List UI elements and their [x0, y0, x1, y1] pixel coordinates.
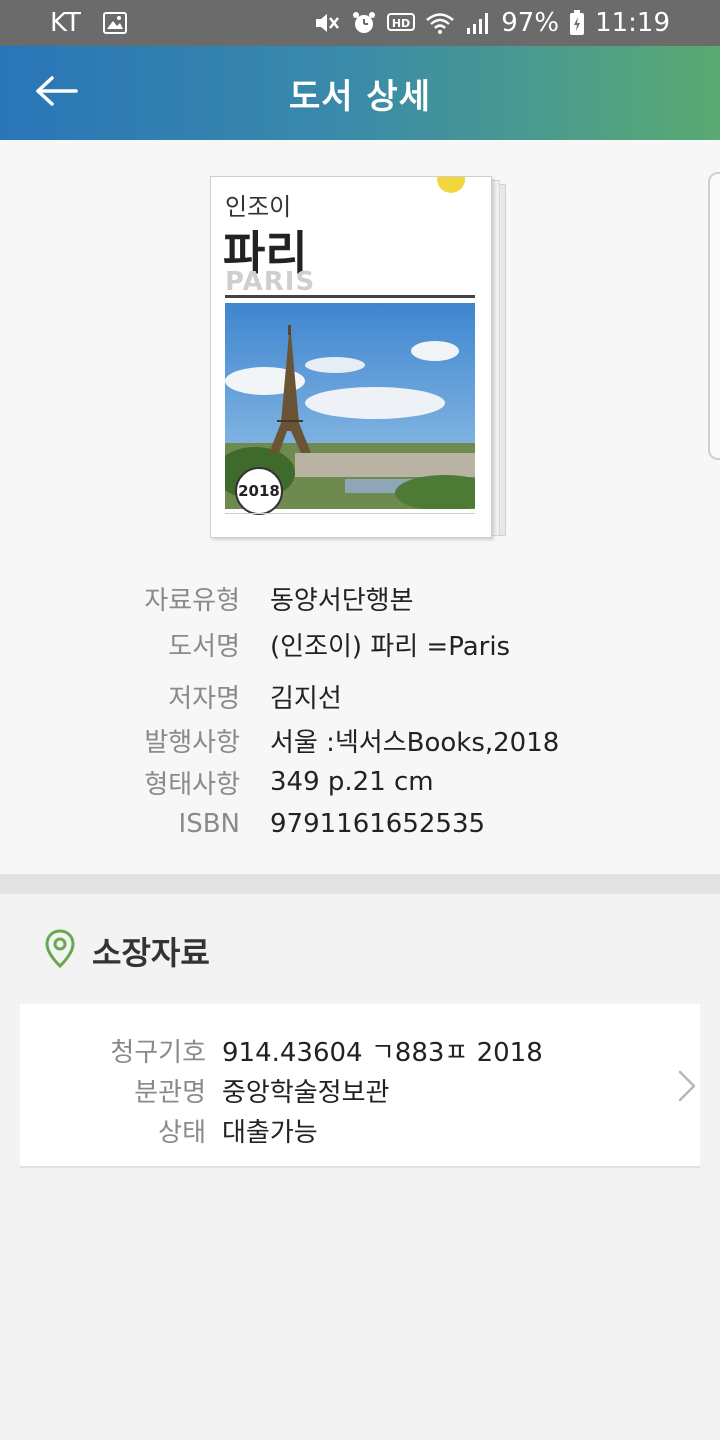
cover-front: 인조이 파리 PARIS 2018: [210, 176, 492, 538]
info-row-author: 저자명 김지선: [0, 676, 720, 716]
info-value: 동양서단행본: [270, 585, 414, 616]
holding-value: 914.43604 ㄱ883ㅍ 2018: [222, 1037, 543, 1068]
info-row-material-type: 자료유형 동양서단행본: [0, 578, 720, 618]
battery-icon: [569, 10, 585, 36]
info-value: (인조이) 파리 =Paris: [270, 631, 511, 662]
info-label: ISBN: [178, 809, 240, 839]
clock: 11:19: [595, 8, 670, 38]
info-value: 349 p.21 cm: [270, 767, 434, 797]
section-divider: [0, 874, 720, 894]
holding-value: 대출가능: [222, 1117, 318, 1148]
cover-rule: [225, 295, 475, 298]
svg-text:HD: HD: [392, 17, 410, 30]
cover-footer: [225, 513, 475, 521]
location-pin-icon: [44, 929, 76, 973]
page-title: 도서 상세: [289, 76, 431, 117]
info-label: 자료유형: [144, 585, 240, 616]
holding-label: 상태: [158, 1117, 206, 1148]
info-row-physical: 형태사항 349 p.21 cm: [0, 762, 720, 802]
status-bar: KT HD 97% 11:19: [0, 0, 720, 46]
holding-label: 청구기호: [110, 1037, 206, 1068]
holdings-header: 소장자료: [44, 928, 210, 974]
enjoy-badge: [437, 177, 465, 193]
carrier-label: KT: [50, 8, 81, 38]
info-value: 김지선: [270, 683, 342, 714]
book-detail-section: 인조이 파리 PARIS 2018 자료유형 동양서단행본 도서명 (인조이) …: [0, 140, 720, 874]
image-icon: [102, 12, 127, 34]
battery-percent: 97%: [501, 8, 560, 38]
cover-english-title: PARIS: [225, 267, 316, 297]
holding-row-call-number: 청구기호 914.43604 ㄱ883ㅍ 2018: [20, 1030, 620, 1070]
holding-item[interactable]: 청구기호 914.43604 ㄱ883ㅍ 2018 분관명 중앙학술정보관 상태…: [20, 1004, 700, 1168]
info-label: 도서명: [168, 631, 240, 662]
info-label: 형태사항: [144, 769, 240, 800]
year-badge: 2018: [235, 467, 283, 515]
chevron-right-icon[interactable]: [674, 1066, 698, 1106]
app-bar: 도서 상세: [0, 46, 720, 140]
alarm-icon: [351, 10, 377, 36]
holding-label: 분관명: [134, 1077, 206, 1108]
info-row-isbn: ISBN 9791161652535: [0, 804, 720, 844]
info-value: 서울 :넥서스Books,2018: [270, 727, 560, 758]
hd-icon: HD: [387, 12, 416, 34]
info-row-publication: 발행사항 서울 :넥서스Books,2018: [0, 720, 720, 760]
holding-row-status: 상태 대출가능: [20, 1110, 620, 1150]
signal-icon: [465, 11, 491, 35]
info-row-title: 도서명 (인조이) 파리 =Paris: [0, 624, 720, 664]
side-drawer-handle[interactable]: [708, 172, 720, 460]
wifi-icon: [425, 11, 455, 35]
holdings-section: 소장자료 청구기호 914.43604 ㄱ883ㅍ 2018 분관명 중앙학술정…: [0, 894, 720, 1440]
back-arrow-icon: [34, 75, 78, 111]
info-label: 저자명: [168, 683, 240, 714]
info-value: 9791161652535: [270, 809, 486, 839]
back-button[interactable]: [30, 68, 82, 118]
info-label: 발행사항: [144, 727, 240, 758]
book-cover: 인조이 파리 PARIS 2018: [210, 176, 510, 542]
holding-row-branch: 분관명 중앙학술정보관: [20, 1070, 620, 1110]
mute-icon: [313, 11, 341, 35]
holdings-title: 소장자료: [92, 934, 210, 972]
holding-value: 중앙학술정보관: [222, 1077, 390, 1108]
